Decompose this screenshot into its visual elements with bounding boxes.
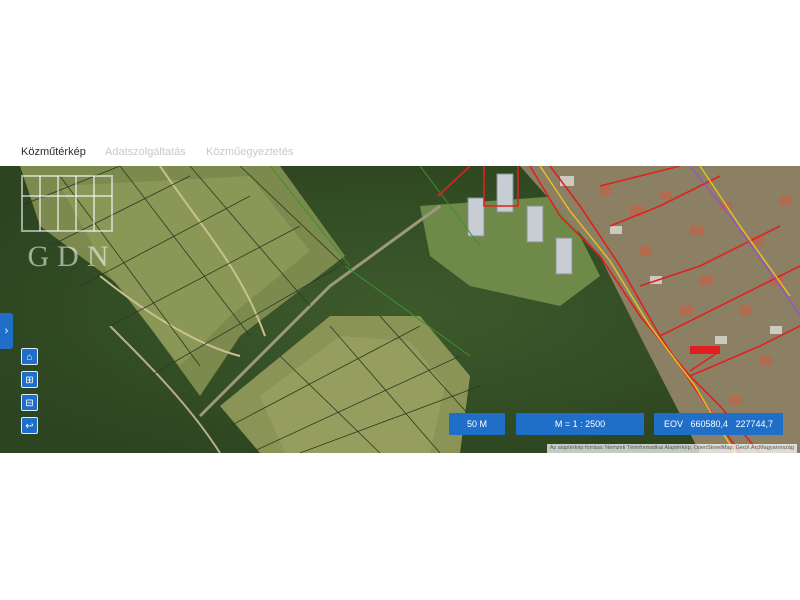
coordinates-readout: EOV 660580,4 227744,7 xyxy=(654,413,783,435)
scale-bar-label: 50 M xyxy=(449,413,505,435)
back-button[interactable]: ↩ xyxy=(21,417,38,434)
sidebar-toggle-button[interactable]: › xyxy=(0,313,13,349)
svg-text:GDN: GDN xyxy=(28,240,117,273)
home-button[interactable]: ⌂ xyxy=(21,348,38,365)
zoom-out-icon: ⊟ xyxy=(25,398,34,409)
scale-ratio-label: M = 1 : 2500 xyxy=(516,413,644,435)
tab-kozmuegyeztetes[interactable]: Közműegyeztetés xyxy=(206,146,293,158)
chevron-right-icon: › xyxy=(4,325,9,337)
zoom-out-button[interactable]: ⊟ xyxy=(21,394,38,411)
back-icon: ↩ xyxy=(25,421,34,432)
tab-kozmuterkep[interactable]: Közműtérkép xyxy=(21,146,86,158)
gdn-watermark-logo: GDN xyxy=(21,175,117,273)
zoom-in-button[interactable]: ⊞ xyxy=(21,371,38,388)
home-icon: ⌂ xyxy=(26,352,33,363)
map-canvas[interactable]: GDN Az alaptérkép forrása: Nemzeti Térin… xyxy=(0,166,800,453)
map-attribution: Az alaptérkép forrása: Nemzeti Térinform… xyxy=(546,444,797,453)
tab-adatszolgaltatas[interactable]: Adatszolgáltatás xyxy=(105,146,186,158)
tab-bar: Közműtérkép Adatszolgáltatás Közműegyezt… xyxy=(0,140,800,166)
zoom-in-icon: ⊞ xyxy=(25,375,34,386)
